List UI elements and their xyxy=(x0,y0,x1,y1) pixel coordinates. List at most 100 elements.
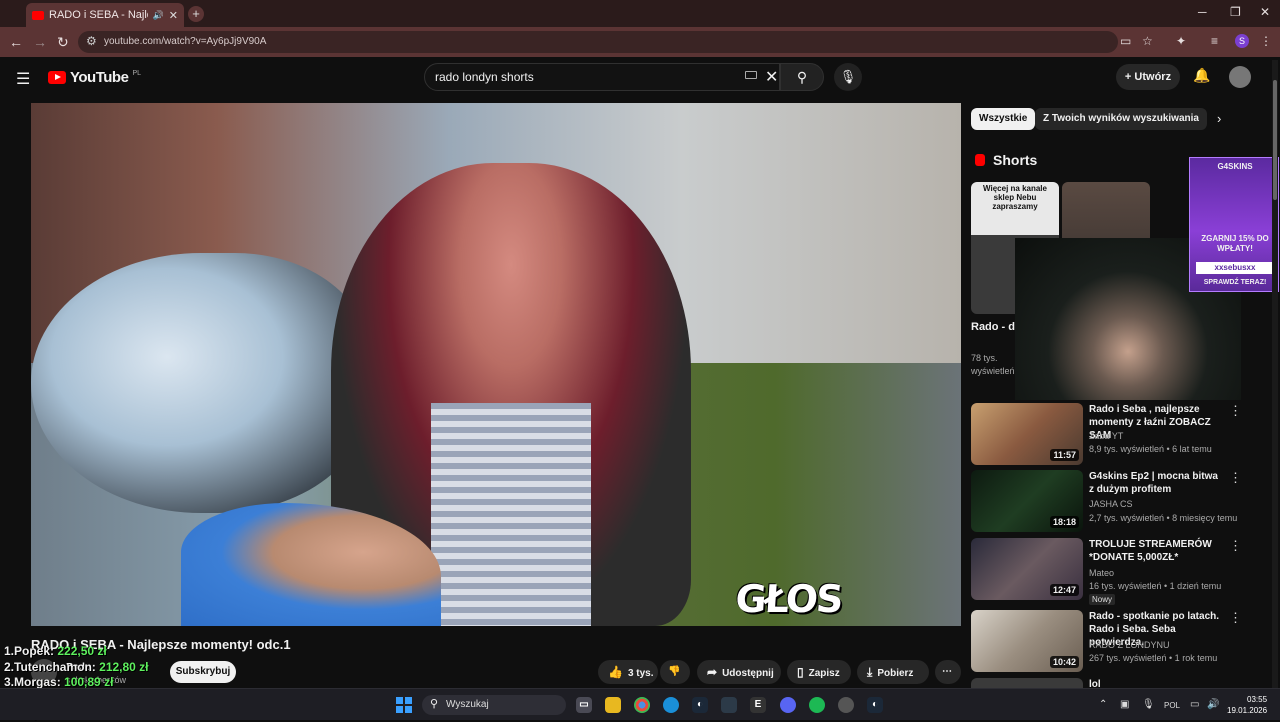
reload-icon[interactable]: ↻ xyxy=(57,34,69,51)
related-title[interactable]: lol xyxy=(1089,678,1224,688)
related-channel[interactable]: JASHA CS xyxy=(1089,499,1133,509)
more-actions-button[interactable]: ⋯ xyxy=(935,660,961,684)
volume-icon[interactable]: 🔊 xyxy=(1207,699,1219,710)
network-icon[interactable]: ▭ xyxy=(1190,699,1199,710)
youtube-favicon-icon xyxy=(32,10,44,20)
related-channel[interactable]: RADO Z LONDYNU xyxy=(1089,640,1170,650)
notifications-bell-icon[interactable]: 🔔 xyxy=(1193,67,1210,84)
file-explorer-icon[interactable] xyxy=(605,697,621,713)
language-indicator[interactable]: POL xyxy=(1164,701,1180,710)
cast-icon[interactable]: ▭ xyxy=(1120,34,1131,48)
more-vert-icon[interactable]: ⋮ xyxy=(1229,610,1242,626)
clear-search-icon[interactable]: ✕ xyxy=(765,67,778,87)
minecraft-icon[interactable] xyxy=(721,697,737,713)
search-input[interactable]: rado londyn shorts ✕ xyxy=(424,63,780,91)
bookmark-star-icon[interactable]: ☆ xyxy=(1142,34,1153,48)
steam-app-icon[interactable]: ◐ xyxy=(867,697,883,713)
taskbar-search[interactable]: ⚲ Wyszukaj xyxy=(422,695,566,715)
more-vert-icon[interactable]: ⋮ xyxy=(1229,403,1242,419)
related-channel[interactable]: Mateo xyxy=(1089,568,1114,578)
download-icon: ⤓ xyxy=(867,665,873,679)
thumbs-up-icon: 👍 xyxy=(608,665,623,679)
share-button[interactable]: ➦ Udostępnij xyxy=(697,660,781,684)
tray-expand-icon[interactable]: ⌃ xyxy=(1099,699,1107,710)
save-button[interactable]: ▯ Zapisz xyxy=(787,660,851,684)
sponsor-ad-overlay: G4SKINS ZGARNIJ 15% DO WPŁATY! xxsebusxx… xyxy=(1189,157,1279,292)
system-clock[interactable]: 03:55 19.01.2026 xyxy=(1227,694,1267,716)
windows-start-icon[interactable] xyxy=(396,697,412,713)
keyboard-icon[interactable] xyxy=(745,71,757,79)
youtube-logo[interactable]: YouTube PL xyxy=(48,69,141,86)
scrollbar-thumb[interactable] xyxy=(1273,80,1277,200)
related-channel[interactable]: Żaba YT xyxy=(1089,431,1123,441)
address-bar[interactable]: ⚙ youtube.com/watch?v=Ay6pJj9V90A xyxy=(78,31,1118,53)
related-video[interactable]: 11:57 Rado i Seba , najlepsze momenty z … xyxy=(971,403,1261,467)
chip-all[interactable]: Wszystkie xyxy=(971,108,1036,130)
browser-tab[interactable]: RADO i SEBA - Najlepsze m 🔊 ✕ xyxy=(26,3,184,27)
like-count: 3 tys. xyxy=(627,668,654,679)
leaderboard-row: 2.Tutenchamon: 212,80 zł xyxy=(4,660,149,676)
related-title[interactable]: G4skins Ep2 | mocna bitwa z dużym profit… xyxy=(1089,470,1224,496)
edge-icon[interactable] xyxy=(663,697,679,713)
related-video[interactable]: 18:18 G4skins Ep2 | mocna bitwa z dużym … xyxy=(971,470,1261,534)
new-tab-button[interactable]: + xyxy=(188,6,204,22)
leaderboard-rank: 2. xyxy=(4,659,15,674)
extensions-icon[interactable]: ✦ xyxy=(1176,34,1186,48)
leaderboard-amount: 212,80 zł xyxy=(99,659,149,674)
like-button[interactable]: 👍 3 tys. xyxy=(598,660,658,684)
video-striped-shirt xyxy=(431,403,591,626)
related-thumbnail[interactable]: 11:57 xyxy=(971,403,1083,465)
steam-icon[interactable]: ◐ xyxy=(692,697,708,713)
related-video[interactable]: 10:42 Rado - spotkanie po latach. Rado i… xyxy=(971,610,1261,674)
reading-list-icon[interactable]: ≡ xyxy=(1211,34,1218,48)
minimize-icon[interactable]: ─ xyxy=(1198,5,1207,19)
share-icon: ➦ xyxy=(707,665,718,679)
task-view-icon[interactable]: ▭ xyxy=(576,697,592,713)
browser-menu-icon[interactable]: ⋮ xyxy=(1260,34,1272,48)
more-vert-icon[interactable]: ⋮ xyxy=(1229,538,1242,554)
close-window-icon[interactable]: ✕ xyxy=(1260,5,1270,19)
hamburger-menu-icon[interactable]: ☰ xyxy=(16,69,30,89)
country-code: PL xyxy=(132,70,141,77)
download-button[interactable]: ⤓ Pobierz xyxy=(857,660,929,684)
windows-taskbar: ⚲ Wyszukaj ▭ ◐ E ◐ ⌃ ▣ 🎙 POL ▭ 🔊 03:55 1… xyxy=(0,688,1280,720)
spotify-icon[interactable] xyxy=(809,697,825,713)
subscribe-button[interactable]: Subskrybuj xyxy=(170,661,236,683)
video-player[interactable]: GŁOS INTERNETU xyxy=(31,103,961,626)
related-thumbnail[interactable] xyxy=(971,678,1083,688)
dislike-button[interactable]: 👎 xyxy=(660,660,690,684)
leaderboard-row: 1.Popek: 222,50 zł xyxy=(4,644,149,660)
more-vert-icon[interactable]: ⋮ xyxy=(1229,470,1242,486)
voice-search-button[interactable]: 🎙 xyxy=(834,63,862,91)
tray-app-icon[interactable]: ▣ xyxy=(1120,699,1129,710)
search-button[interactable]: ⚲ xyxy=(780,63,824,91)
chrome-icon[interactable] xyxy=(634,697,650,713)
shorts-icon xyxy=(975,154,985,166)
obs-icon[interactable] xyxy=(838,697,854,713)
related-meta: 2,7 tys. wyświetleń • 8 miesięcy temu xyxy=(1089,513,1238,523)
related-title[interactable]: TROLUJE STREAMERÓW *DONATE 5,000ZŁ* xyxy=(1089,538,1224,564)
create-button[interactable]: + Utwórz xyxy=(1116,64,1180,90)
chip-from-your-search[interactable]: Z Twoich wyników wyszukiwania xyxy=(1035,108,1207,130)
chevron-right-icon[interactable]: › xyxy=(1217,111,1221,126)
account-avatar[interactable] xyxy=(1229,66,1251,88)
site-info-icon[interactable]: ⚙ xyxy=(86,34,97,48)
close-tab-icon[interactable]: ✕ xyxy=(169,9,178,22)
related-meta: 267 tys. wyświetleń • 1 rok temu xyxy=(1089,653,1218,663)
related-thumbnail[interactable]: 10:42 xyxy=(971,610,1083,672)
browser-toolbar: ← → ↻ ⚙ youtube.com/watch?v=Ay6pJj9V90A … xyxy=(0,27,1280,57)
related-video[interactable]: lol xyxy=(971,678,1261,688)
audio-icon[interactable]: 🔊 xyxy=(153,10,164,21)
clock-time: 03:55 xyxy=(1247,695,1268,704)
discord-icon[interactable] xyxy=(780,697,796,713)
maximize-icon[interactable]: ❐ xyxy=(1230,5,1241,19)
forward-icon[interactable]: → xyxy=(33,34,47,50)
related-thumbnail[interactable]: 18:18 xyxy=(971,470,1083,532)
back-icon[interactable]: ← xyxy=(9,34,23,50)
tray-mic-icon[interactable]: 🎙 xyxy=(1142,699,1155,710)
related-video[interactable]: 12:47 TROLUJE STREAMERÓW *DONATE 5,000ZŁ… xyxy=(971,538,1261,605)
search-icon: ⚲ xyxy=(430,698,439,710)
related-thumbnail[interactable]: 12:47 xyxy=(971,538,1083,600)
profile-avatar[interactable]: S xyxy=(1235,34,1249,48)
epic-games-icon[interactable]: E xyxy=(750,697,766,713)
